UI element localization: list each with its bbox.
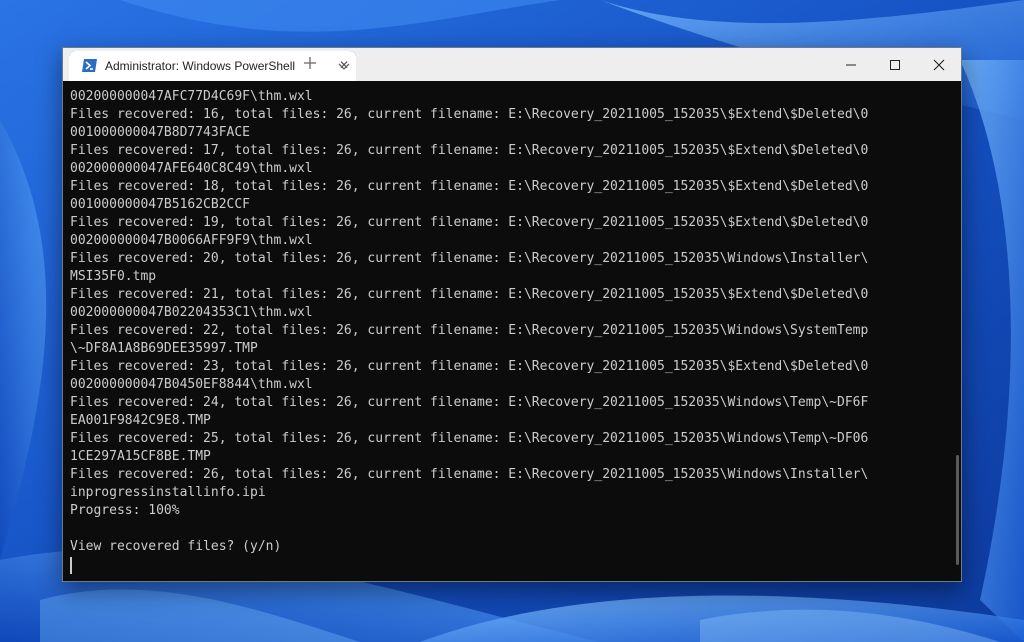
tab-title: Administrator: Windows PowerShell [105,59,296,73]
terminal-line: inprogressinstallinfo.ipi [70,485,266,500]
maximize-icon [890,60,900,70]
terminal-text: 002000000047AFC77D4C69F\thm.wxl Files rec… [70,88,940,556]
terminal-line: Files recovered: 20, total files: 26, cu… [70,251,869,266]
tab-dropdown-button[interactable] [337,57,351,76]
terminal-line: MSI35F0.tmp [70,269,157,284]
close-button[interactable] [917,48,961,81]
powershell-icon [82,59,97,72]
terminal-line: 002000000047AFC77D4C69F\thm.wxl [70,89,313,104]
terminal-line: Files recovered: 21, total files: 26, cu… [70,287,869,302]
scrollbar-thumb[interactable] [956,455,959,565]
terminal-line: 002000000047B0066AFF9F9\thm.wxl [70,233,313,248]
terminal-line: 1CE297A15CF8BE.TMP [70,449,211,464]
terminal-line: 001000000047B5162CB2CCF [70,197,251,212]
terminal-line: Files recovered: 19, total files: 26, cu… [70,215,869,230]
terminal-line: Files recovered: 26, total files: 26, cu… [70,467,869,482]
terminal-output[interactable]: 002000000047AFC77D4C69F\thm.wxl Files rec… [63,81,961,581]
terminal-line: 002000000047B0450EF8844\thm.wxl [70,377,313,392]
terminal-line: EA001F9842C9E8.TMP [70,413,211,428]
close-icon [933,59,945,71]
terminal-line: 002000000047B02204353C1\thm.wxl [70,305,313,320]
terminal-line: Files recovered: 24, total files: 26, cu… [70,395,869,410]
terminal-line: Files recovered: 17, total files: 26, cu… [70,143,869,158]
minimize-icon [846,64,856,66]
chevron-down-icon [338,63,350,70]
terminal-line: Files recovered: 25, total files: 26, cu… [70,431,869,446]
terminal-line: Files recovered: 16, total files: 26, cu… [70,107,869,122]
prompt-line: View recovered files? (y/n) [70,539,282,554]
plus-icon [304,57,316,69]
terminal-line: 002000000047AFE640C8C49\thm.wxl [70,161,313,176]
powershell-window: Administrator: Windows PowerShell ✕ 0020… [62,47,962,582]
progress-line: Progress: 100% [70,503,180,518]
terminal-line: 001000000047B8D7743FACE [70,125,251,140]
title-bar[interactable]: Administrator: Windows PowerShell ✕ [63,48,961,81]
terminal-line: Files recovered: 18, total files: 26, cu… [70,179,869,194]
terminal-line: Files recovered: 23, total files: 26, cu… [70,359,869,374]
text-cursor [70,557,72,574]
terminal-line: \~DF8A1A8B69DEE35997.TMP [70,341,258,356]
maximize-button[interactable] [873,48,917,81]
minimize-button[interactable] [829,48,873,81]
terminal-line: Files recovered: 22, total files: 26, cu… [70,323,869,338]
